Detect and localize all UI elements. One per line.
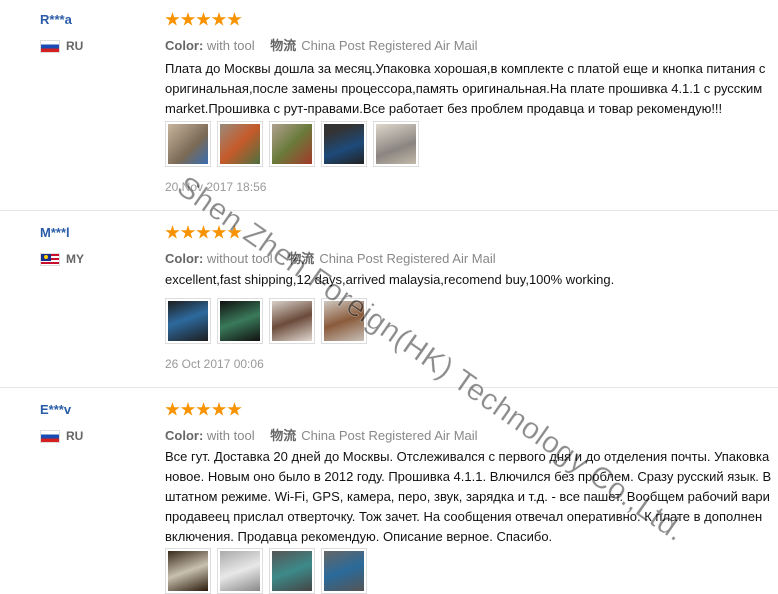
review-meta: Color: without tool 物流 China Post Registe… bbox=[165, 248, 496, 267]
country-code: RU bbox=[66, 39, 84, 53]
review-photo-thumb[interactable] bbox=[217, 298, 263, 344]
shipping-label: 物流 bbox=[270, 38, 297, 53]
star-icon bbox=[211, 12, 227, 26]
flag-my-icon bbox=[40, 252, 60, 266]
reviewer-country: RU bbox=[40, 39, 83, 53]
star-icon bbox=[165, 402, 180, 416]
review-photo-thumb[interactable] bbox=[269, 121, 315, 167]
review-photo-thumb[interactable] bbox=[165, 298, 211, 344]
review-item: M***l MY Color: without tool 物流 China Pos… bbox=[0, 211, 778, 387]
star-icon bbox=[227, 12, 242, 26]
star-rating bbox=[165, 225, 243, 241]
reviewer-country: RU bbox=[40, 429, 83, 443]
star-rating bbox=[165, 12, 243, 28]
reviewer-name: R***a bbox=[40, 12, 72, 27]
review-photo-thumb[interactable] bbox=[269, 548, 315, 594]
review-photo-thumb[interactable] bbox=[373, 121, 419, 167]
review-photo-thumb[interactable] bbox=[321, 298, 367, 344]
review-meta: Color: with tool 物流 China Post Registered… bbox=[165, 35, 478, 54]
star-icon bbox=[211, 402, 227, 416]
review-photo-thumb[interactable] bbox=[321, 121, 367, 167]
star-icon bbox=[165, 225, 180, 239]
review-text-line: Все гут. Доставка 20 дней до Москвы. Отс… bbox=[165, 449, 770, 464]
color-value: with tool bbox=[206, 428, 255, 443]
star-icon bbox=[180, 12, 196, 26]
star-icon bbox=[196, 225, 211, 239]
reviewer-country: MY bbox=[40, 252, 84, 266]
star-icon bbox=[211, 225, 227, 239]
star-icon bbox=[180, 225, 196, 239]
review-photo-thumb[interactable] bbox=[165, 548, 211, 594]
review-date: 26 Oct 2017 00:06 bbox=[165, 357, 264, 371]
shipping-value: China Post Registered Air Mail bbox=[301, 38, 478, 53]
color-label: Color: bbox=[165, 251, 204, 266]
color-value: with tool bbox=[206, 38, 255, 53]
review-photos bbox=[165, 548, 373, 594]
reviewer-name: E***v bbox=[40, 402, 72, 417]
country-code: MY bbox=[66, 252, 84, 266]
shipping-label: 物流 bbox=[270, 428, 297, 443]
star-icon bbox=[180, 402, 196, 416]
review-item: E***v RU Color: with tool 物流 China Post R… bbox=[0, 388, 778, 594]
shipping-value: China Post Registered Air Mail bbox=[301, 428, 478, 443]
review-text-line: включения. Продавца рекомендую. Описание… bbox=[165, 529, 553, 544]
review-text-line: штатном режиме. Wi-Fi, GPS, камера, перо… bbox=[165, 489, 770, 504]
review-photo-thumb[interactable] bbox=[269, 298, 315, 344]
star-icon bbox=[196, 402, 211, 416]
star-icon bbox=[196, 12, 211, 26]
star-icon bbox=[165, 12, 180, 26]
review-photos bbox=[165, 298, 373, 344]
flag-ru-icon bbox=[40, 429, 60, 443]
star-icon bbox=[227, 402, 242, 416]
review-meta: Color: with tool 物流 China Post Registered… bbox=[165, 425, 478, 444]
shipping-label: 物流 bbox=[288, 251, 315, 266]
review-text: excellent,fast shipping,12 days,arrived … bbox=[165, 270, 778, 290]
star-icon bbox=[227, 225, 242, 239]
review-text-line: продавеец прислал отверточку. Тож зачет.… bbox=[165, 509, 763, 524]
review-photo-thumb[interactable] bbox=[165, 121, 211, 167]
reviewer-name: M***l bbox=[40, 225, 70, 240]
country-code: RU bbox=[66, 429, 84, 443]
star-rating bbox=[165, 402, 243, 418]
shipping-value: China Post Registered Air Mail bbox=[319, 251, 496, 266]
review-photos bbox=[165, 121, 425, 167]
review-date: 20 Nov 2017 18:56 bbox=[165, 180, 267, 194]
review-text-line: market.Прошивка с рут-правами.Все работа… bbox=[165, 101, 723, 116]
review-photo-thumb[interactable] bbox=[321, 548, 367, 594]
review-text: Все гут. Доставка 20 дней до Москвы. Отс… bbox=[165, 447, 778, 547]
review-text-line: новое. Новым оно было в 2012 году. Проши… bbox=[165, 469, 772, 484]
review-photo-thumb[interactable] bbox=[217, 548, 263, 594]
color-label: Color: bbox=[165, 428, 204, 443]
review-text: Плата до Москвы дошла за месяц.Упаковка … bbox=[165, 59, 778, 119]
color-value: without tool bbox=[206, 251, 273, 266]
color-label: Color: bbox=[165, 38, 204, 53]
review-photo-thumb[interactable] bbox=[217, 121, 263, 167]
review-text-line: оригинальная,после замены процессора,пам… bbox=[165, 81, 763, 96]
review-item: R***a RU Color: with tool 物流 China Post R… bbox=[0, 0, 778, 210]
review-text-line: excellent,fast shipping,12 days,arrived … bbox=[165, 272, 615, 287]
review-text-line: Плата до Москвы дошла за месяц.Упаковка … bbox=[165, 61, 766, 76]
flag-ru-icon bbox=[40, 39, 60, 53]
